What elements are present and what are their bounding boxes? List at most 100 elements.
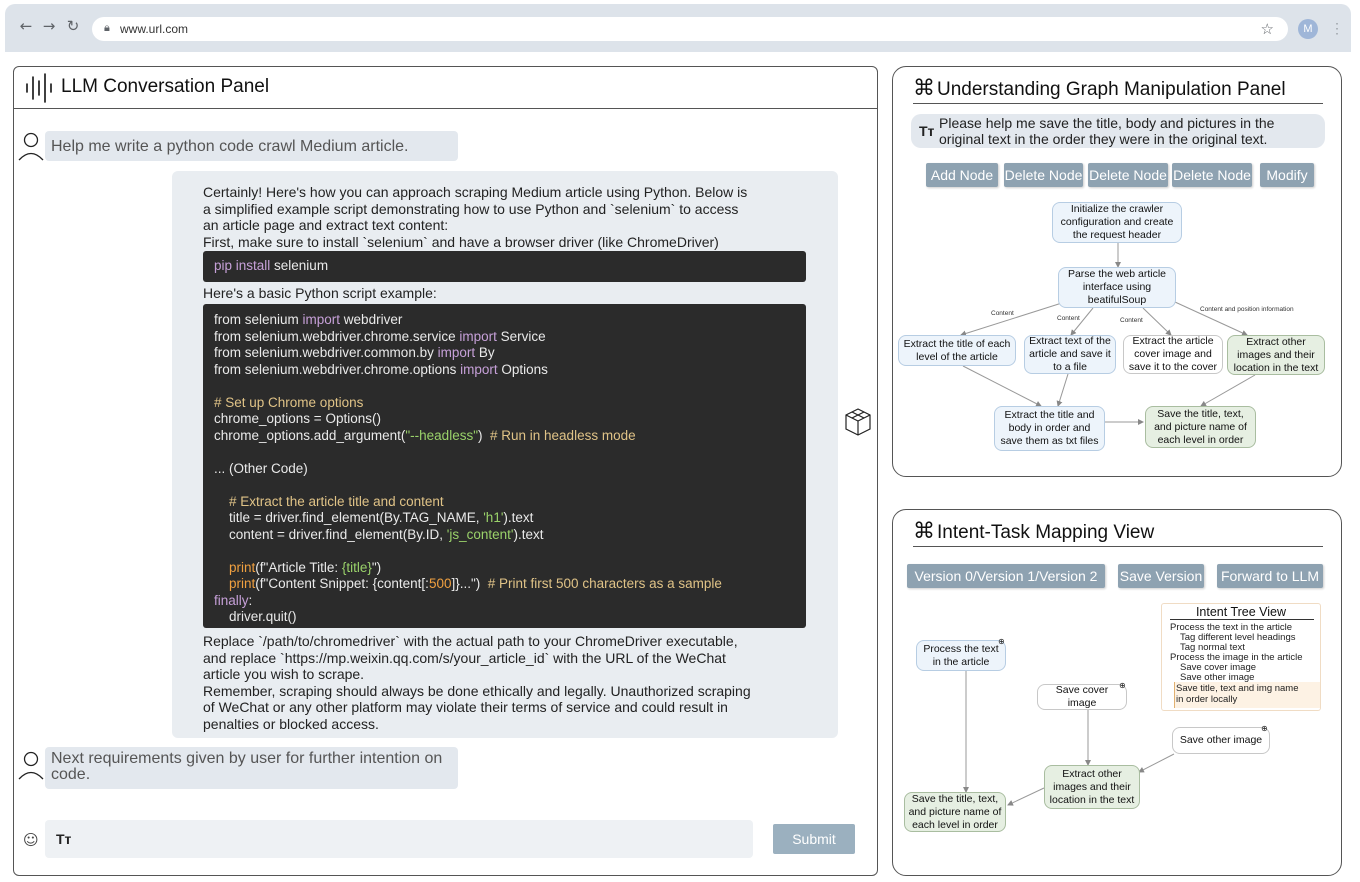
reply-line: First, make sure to install `selenium` a…: [203, 233, 719, 250]
code-token: finally: [214, 592, 249, 608]
submit-button[interactable]: Submit: [773, 824, 855, 854]
lock-icon: 🔒︎: [104, 22, 110, 34]
expand-icon[interactable]: ⊕: [1261, 724, 1268, 733]
code-token: print: [229, 576, 256, 591]
code-token: 'h1': [483, 510, 504, 525]
graph-node[interactable]: Extract the article cover image and save…: [1123, 335, 1223, 374]
code-token: # Run in headless mode: [490, 427, 636, 443]
code-line: chrome_options = Options(): [214, 411, 381, 428]
intent-task-mapping-panel: ⌘ Intent-Task Mapping View Version 0/Vers…: [892, 509, 1342, 876]
user-message: Next requirements given by user for furt…: [45, 747, 458, 789]
code-token: # Extract the article title and content: [229, 493, 444, 509]
code-token: 500: [428, 576, 452, 591]
code-token: import: [459, 328, 497, 344]
install-command: pip install selenium: [214, 258, 328, 275]
code-line: driver.quit(): [214, 609, 297, 626]
reply-line: penalties or blocked access.: [203, 715, 379, 732]
user-icon: [18, 751, 44, 780]
reply-line: and replace `https://mp.weixin.qq.com/s/…: [203, 649, 726, 666]
emoji-icon[interactable]: ☺: [23, 831, 39, 849]
install-code-block: pip install selenium: [203, 251, 806, 282]
edge-label: Content and position information: [1200, 306, 1294, 313]
reply-outro: Replace `/path/to/chromedriver` with the…: [203, 633, 813, 732]
back-icon[interactable]: ←: [17, 17, 35, 35]
graph-node[interactable]: Parse the web article interface using be…: [1058, 267, 1176, 308]
reload-icon[interactable]: ↻: [64, 17, 82, 35]
edge: [1200, 374, 1256, 407]
install-package: selenium: [270, 258, 329, 273]
graph-node[interactable]: Extract the title and body in order and …: [994, 406, 1105, 451]
code-line: from selenium.webdriver.common.by import…: [214, 345, 495, 362]
expand-icon[interactable]: ⊕: [998, 637, 1005, 646]
code-token: :: [248, 592, 253, 608]
code-line: # Extract the article title and content: [214, 494, 444, 511]
graph-node[interactable]: Extract the title of each level of the a…: [898, 335, 1016, 366]
code-line: from selenium.webdriver.chrome.options i…: [214, 362, 548, 379]
code-token: # Print first 500 characters as a sample: [487, 576, 722, 591]
forward-icon[interactable]: →: [40, 17, 58, 35]
graph-node[interactable]: Save the title, text, and picture name o…: [1145, 406, 1256, 448]
code-token: "): [371, 559, 382, 575]
intent-node[interactable]: Process the text in the article: [916, 640, 1006, 671]
code-line: content = driver.find_element(By.ID, 'js…: [214, 527, 543, 544]
graph-node[interactable]: Extract other images and their location …: [1227, 335, 1325, 375]
code-line: # Set up Chrome options: [214, 395, 363, 412]
bookmark-star-icon[interactable]: ☆: [1261, 20, 1274, 38]
reply-line: Remember, scraping should always be done…: [203, 682, 751, 699]
edge: [1056, 373, 1069, 407]
code-line: print(f"Content Snippet: {content[:500]}…: [214, 576, 722, 593]
audio-wave-icon: [26, 73, 52, 103]
code-token: ... (Other Code): [214, 460, 308, 476]
expand-icon[interactable]: ⊕: [1119, 681, 1126, 690]
message-input[interactable]: Tт: [45, 820, 753, 858]
code-token: title = driver.find_element(By.TAG_NAME,: [214, 510, 484, 525]
code-line: chrome_options.add_argument("--headless"…: [214, 428, 636, 445]
panel-title: LLM Conversation Panel: [61, 76, 270, 97]
code-token: ).text: [513, 526, 544, 542]
text-format-icon[interactable]: Tт: [56, 831, 71, 847]
reply-line: article you wish to scrape.: [203, 666, 365, 682]
code-token: from selenium: [214, 312, 303, 327]
graph-node[interactable]: Extract text of the article and save it …: [1024, 335, 1116, 374]
graph-manipulation-panel: ⌘ Understanding Graph Manipulation Panel …: [892, 66, 1342, 477]
llm-conversation-panel: LLM Conversation Panel Help me write a p…: [13, 66, 878, 876]
reply-intro: Certainly! Here's how you can approach s…: [203, 184, 813, 250]
browser-chrome: ← → ↻ 🔒︎ www.url.com ☆ M ⋮: [0, 0, 1360, 58]
code-token: content = driver.find_element(By.ID,: [214, 526, 447, 542]
reply-line: of WeChat or any other platform may viol…: [203, 699, 728, 715]
code-token: chrome_options.add_argument(: [214, 427, 406, 443]
code-token: from selenium.webdriver.chrome.options: [214, 361, 461, 377]
code-token: ).text: [503, 510, 534, 525]
code-token: from selenium.webdriver.common.by: [214, 345, 438, 360]
assistant-reply: Certainly! Here's how you can approach s…: [172, 171, 838, 738]
profile-avatar[interactable]: M: [1298, 19, 1318, 39]
panel-header: LLM Conversation Panel: [14, 67, 877, 109]
code-token: {title}: [341, 559, 372, 575]
cube-icon[interactable]: [844, 407, 872, 437]
code-token: import: [437, 345, 476, 360]
code-line: from selenium.webdriver.chrome.service i…: [214, 329, 546, 346]
intent-node[interactable]: Save cover image: [1037, 684, 1127, 710]
graph-node[interactable]: Initialize the crawler configuration and…: [1052, 202, 1182, 243]
intent-node[interactable]: Save the title, text, and picture name o…: [904, 792, 1006, 832]
edge: [960, 301, 1066, 337]
url-text[interactable]: www.url.com: [120, 22, 188, 36]
intent-node[interactable]: Extract other images and their location …: [1044, 765, 1140, 809]
reply-line: Certainly! Here's how you can approach s…: [203, 184, 748, 200]
code-token: ]}..."): [451, 576, 488, 591]
code-line: print(f"Article Title: {title}"): [214, 560, 381, 577]
code-line: title = driver.find_element(By.TAG_NAME,…: [214, 510, 533, 527]
more-menu-icon[interactable]: ⋮: [1330, 20, 1344, 37]
edge-label: Content: [1120, 317, 1143, 324]
code-token: (f"Article Title:: [255, 559, 342, 575]
code-token: driver.quit(): [214, 609, 297, 624]
code-token: webdriver: [340, 312, 403, 327]
reply-line: an article page and extract text content…: [203, 217, 449, 233]
intent-node[interactable]: Save other image: [1172, 727, 1270, 754]
code-token: 'js_content': [446, 526, 514, 542]
user-message: Help me write a python code crawl Medium…: [45, 131, 458, 161]
address-bar[interactable]: 🔒︎ www.url.com ☆: [92, 17, 1288, 41]
